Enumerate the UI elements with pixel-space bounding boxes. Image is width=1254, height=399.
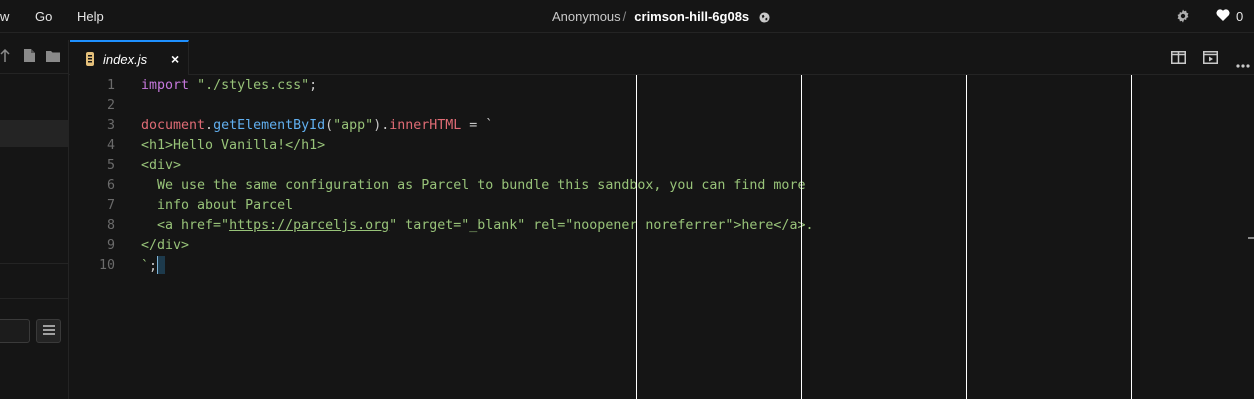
hamburger-menu-button[interactable] (36, 319, 61, 343)
menu-item-view[interactable]: w (0, 9, 9, 24)
sidebar-divider (0, 263, 68, 264)
vertical-guide-line (1131, 75, 1132, 399)
upload-icon[interactable] (0, 48, 10, 68)
owner-name[interactable]: Anonymous (552, 9, 621, 24)
settings-gear-icon[interactable] (1176, 9, 1190, 28)
tab-label: index.js (103, 52, 148, 67)
code-line[interactable]: <h1>Hello Vanilla!</h1> (141, 136, 325, 156)
file-explorer-toolbar (0, 40, 69, 74)
code-token: document (141, 118, 206, 133)
line-number: 10 (98, 258, 115, 273)
code-token: innerHTML (389, 118, 462, 133)
line-number: 2 (106, 98, 115, 113)
code-token: </div> (141, 238, 190, 253)
code-line[interactable]: import "./styles.css"; (141, 76, 317, 96)
like-button[interactable]: 0 (1216, 9, 1243, 24)
code-token: getElementById (213, 118, 326, 133)
code-token: ). (373, 118, 390, 133)
selected-file-row[interactable] (0, 120, 68, 147)
globe-icon[interactable] (759, 11, 770, 26)
code-token: ; (309, 78, 318, 93)
code-token: import (141, 78, 190, 93)
line-number: 3 (106, 118, 115, 133)
line-number: 4 (106, 138, 115, 153)
vertical-guide-line (636, 75, 637, 399)
sidebar-divider (0, 298, 68, 299)
code-token: "app" (333, 118, 374, 133)
menu-item-help[interactable]: Help (77, 9, 104, 24)
sandbox-name[interactable]: crimson-hill-6g08s (634, 9, 749, 24)
editor-tab-bar: index.js × (69, 40, 1254, 75)
hamburger-icon (42, 322, 55, 340)
top-menu-bar: w Go Help Anonymous / crimson-hill-6g08s 0 (0, 0, 1254, 33)
preview-icon[interactable] (1203, 51, 1218, 69)
code-token: <h1>Hello Vanilla!</h1> (141, 138, 326, 153)
code-token: " target="_blank" rel="noopener noreferr… (389, 218, 814, 233)
code-editor[interactable]: 1 2 3 4 5 6 7 8 9 10 import "./styles.css"; docume… (69, 75, 1254, 399)
code-token: . (205, 118, 214, 133)
code-token: info about Parcel (141, 198, 294, 213)
code-line[interactable]: `; (141, 256, 166, 277)
code-link[interactable]: https://parceljs.org (229, 218, 389, 233)
close-tab-icon[interactable]: × (171, 51, 179, 67)
title-separator: / (622, 9, 627, 24)
sandbox-title: Anonymous / crimson-hill-6g08s (552, 9, 770, 26)
code-line[interactable]: </div> (141, 236, 189, 256)
vertical-guide-line (966, 75, 967, 399)
line-number: 1 (106, 78, 115, 93)
code-token: "./styles.css" (197, 78, 310, 93)
code-token: We use the same configuration as Parcel … (141, 178, 806, 193)
new-folder-icon[interactable] (46, 49, 60, 67)
code-token: ( (325, 118, 334, 133)
code-line[interactable]: <div> (141, 156, 181, 176)
code-token: ` (141, 259, 150, 274)
scrollbar-marker[interactable] (1248, 237, 1254, 239)
code-line[interactable]: <a href="https://parceljs.org" target="_… (141, 216, 813, 236)
split-editor-icon[interactable] (1171, 51, 1186, 69)
line-number: 7 (106, 198, 115, 213)
new-file-icon[interactable] (24, 49, 35, 67)
code-token: <a href=" (141, 218, 230, 233)
text-cursor (157, 256, 166, 274)
menu-item-go[interactable]: Go (35, 9, 52, 24)
sidebar (0, 40, 69, 399)
code-line[interactable]: We use the same configuration as Parcel … (141, 176, 805, 196)
javascript-file-icon (84, 52, 96, 71)
line-number: 5 (106, 158, 115, 173)
sidebar-text-input[interactable] (0, 319, 30, 343)
heart-icon (1216, 9, 1230, 24)
code-token: ; (149, 259, 158, 274)
code-line[interactable]: document.getElementById("app").innerHTML… (141, 116, 493, 136)
line-number: 6 (106, 178, 115, 193)
code-token: = ` (461, 118, 494, 133)
more-options-icon[interactable] (1236, 55, 1250, 73)
line-number: 8 (106, 218, 115, 233)
code-line[interactable]: info about Parcel (141, 196, 293, 216)
code-token: <div> (141, 158, 182, 173)
vertical-guide-line (801, 75, 802, 399)
like-count: 0 (1236, 9, 1244, 24)
tab-index-js[interactable]: index.js × (70, 40, 189, 75)
line-number: 9 (106, 238, 115, 253)
